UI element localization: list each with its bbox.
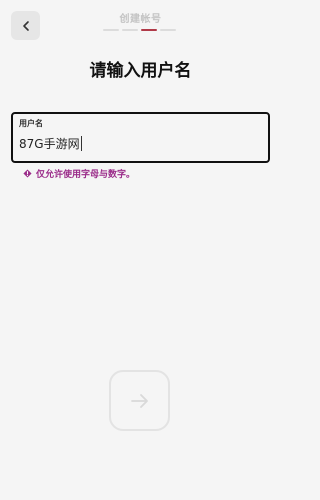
page-title: 请输入用户名 — [89, 61, 192, 81]
step-title: 创建帐号 — [119, 14, 162, 25]
validation-hint-text: 仅允许使用字母与数字。 — [36, 170, 136, 180]
step-indicator-1 — [103, 29, 119, 31]
username-input[interactable]: 用户名 87G手游网 — [11, 112, 270, 163]
step-indicator-4 — [160, 29, 176, 31]
step-progress — [103, 29, 176, 31]
arrow-right-icon — [130, 393, 148, 408]
warning-diamond-icon — [23, 169, 32, 178]
text-caret — [80, 136, 82, 151]
username-value[interactable]: 87G手游网 — [19, 135, 80, 152]
username-value-row[interactable]: 87G手游网 — [19, 135, 82, 152]
next-button[interactable] — [109, 370, 170, 431]
username-label: 用户名 — [19, 119, 43, 128]
validation-hint: 仅允许使用字母与数字。 — [23, 167, 135, 180]
step-indicator-2 — [122, 29, 138, 31]
step-indicator-3-active — [141, 29, 157, 31]
